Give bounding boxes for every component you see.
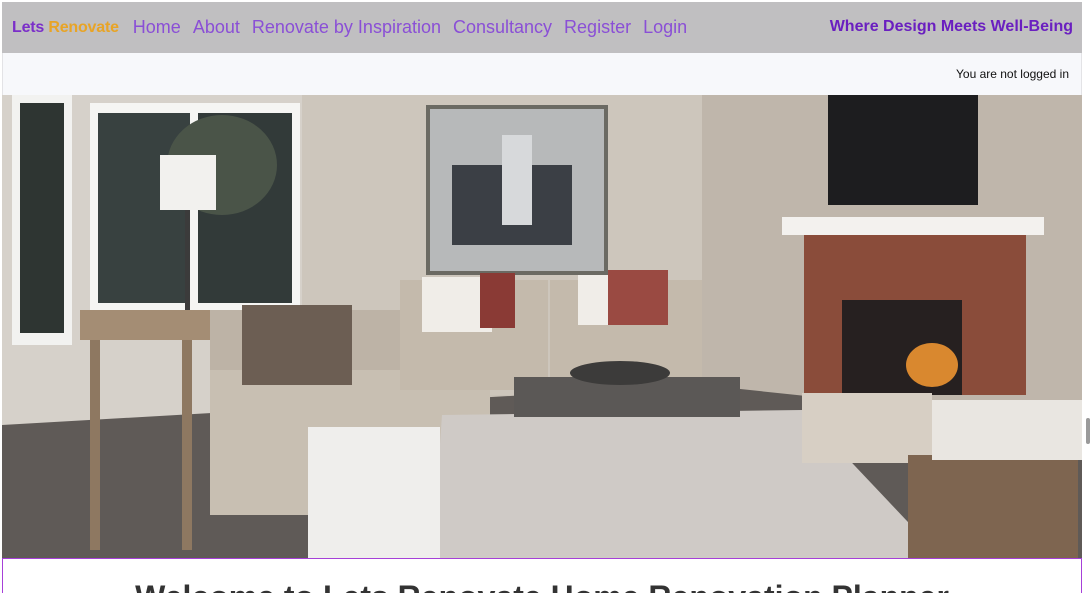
welcome-section: Welcome to Lets Renovate Home Renovation… [2, 558, 1082, 593]
scrollbar-track[interactable] [1082, 0, 1091, 593]
nav-register-link[interactable]: Register [564, 17, 631, 38]
hero-illustration [2, 95, 1082, 558]
login-status-text: You are not logged in [956, 67, 1069, 81]
scrollbar-thumb[interactable] [1086, 418, 1090, 444]
brand-part-lets: Lets [12, 18, 45, 36]
login-status-bar: You are not logged in [2, 53, 1082, 95]
nav-login-link[interactable]: Login [643, 17, 687, 38]
nav-consultancy-link[interactable]: Consultancy [453, 17, 552, 38]
brand-part-renovate: Renovate [48, 18, 119, 36]
tagline: Where Design Meets Well-Being [829, 18, 1073, 35]
brand-logo[interactable]: Lets Renovate [12, 19, 119, 37]
welcome-title: Welcome to Lets Renovate Home Renovation… [3, 579, 1081, 593]
nav-home-link[interactable]: Home [133, 17, 181, 38]
nav-links: Home About Renovate by Inspiration Consu… [133, 17, 699, 38]
hero-image [2, 95, 1082, 558]
nav-about-link[interactable]: About [193, 17, 240, 38]
top-navbar: Lets Renovate Home About Renovate by Ins… [2, 2, 1082, 53]
nav-renovate-by-inspiration-link[interactable]: Renovate by Inspiration [252, 17, 441, 38]
